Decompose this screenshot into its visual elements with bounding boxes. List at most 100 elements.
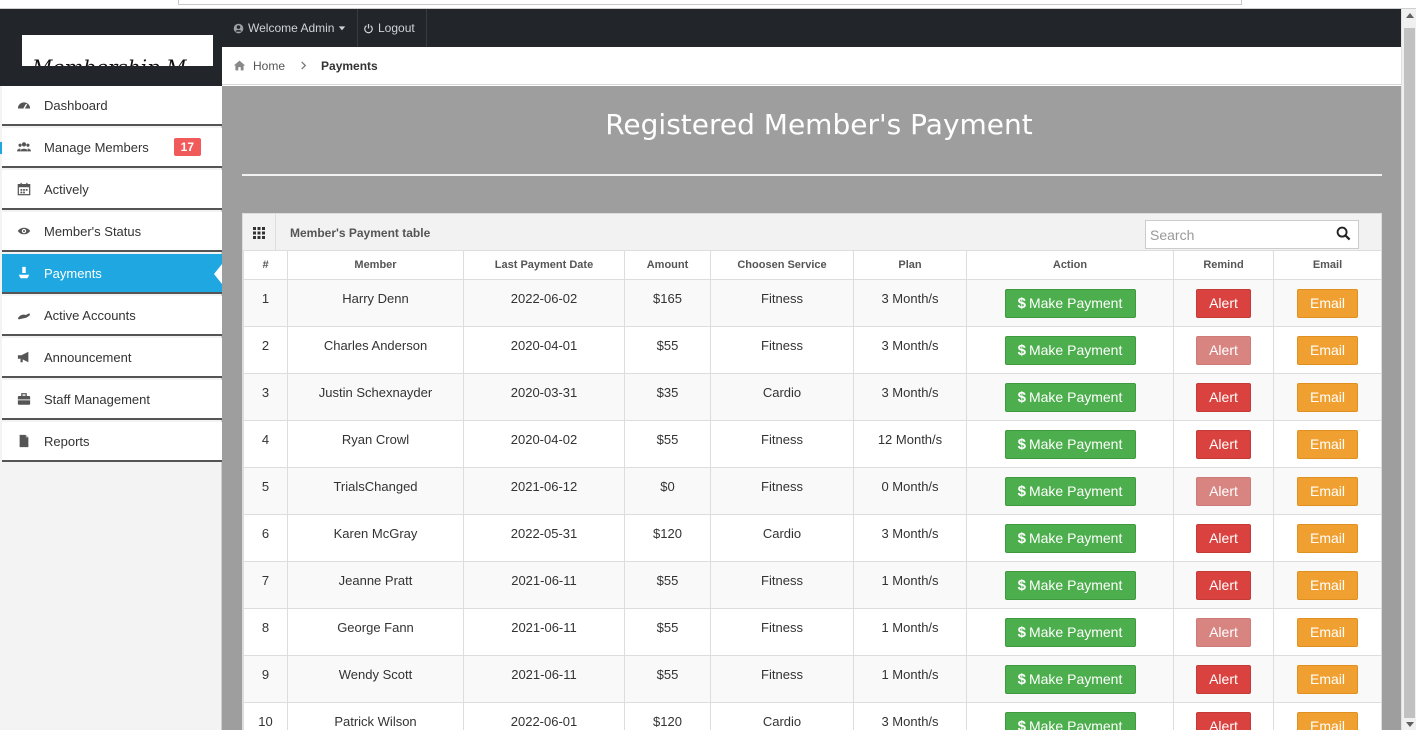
alert-button[interactable]: Alert <box>1196 429 1251 459</box>
accounts-icon <box>17 308 31 322</box>
dollar-icon: $ <box>1017 341 1026 359</box>
plan: 3 Month/s <box>853 325 967 374</box>
alert-label: Alert <box>1209 530 1238 546</box>
scrollbar-thumb[interactable] <box>1404 28 1415 718</box>
make-payment-button[interactable]: $ Make Payment <box>1004 570 1136 600</box>
megaphone-icon <box>17 350 31 364</box>
make-payment-button[interactable]: $ Make Payment <box>1004 523 1136 553</box>
column-header[interactable]: Last Payment Date <box>463 251 625 280</box>
column-header[interactable]: Choosen Service <box>710 251 854 280</box>
title-divider <box>242 174 1382 176</box>
dollar-icon: $ <box>1017 482 1026 500</box>
row-number: 6 <box>243 513 288 562</box>
email-cell: Email <box>1273 513 1382 562</box>
alert-button[interactable]: Alert <box>1196 335 1251 365</box>
sidebar-item-manage-members[interactable]: Manage Members 17 <box>2 128 222 168</box>
row-number: 4 <box>243 419 288 468</box>
email-button[interactable]: Email <box>1297 429 1358 459</box>
column-header[interactable]: Email <box>1273 251 1382 280</box>
table-row: 10 Patrick Wilson 2022-06-01 $120 Cardio 3 Mo… <box>243 701 1382 730</box>
email-label: Email <box>1309 342 1345 358</box>
make-payment-label: Make Payment <box>1028 483 1123 499</box>
sidebar-item-payments[interactable]: Payments <box>2 254 222 294</box>
make-payment-button[interactable]: $ Make Payment <box>1004 335 1136 365</box>
plan: 1 Month/s <box>853 654 967 703</box>
payment-table-panel: Member's Payment table # Member Last Pay… <box>242 213 1382 730</box>
member-name: Wendy Scott <box>287 654 464 703</box>
table-row: 2 Charles Anderson 2020-04-01 $55 Fitness 3 M… <box>243 325 1382 374</box>
sidebar-item-actively[interactable]: Actively <box>2 170 222 210</box>
sidebar-item-announcement[interactable]: Announcement <box>2 338 222 378</box>
make-payment-label: Make Payment <box>1028 295 1123 311</box>
last-payment-date: 2021-06-11 <box>463 607 625 656</box>
column-header[interactable]: Remind <box>1173 251 1274 280</box>
plan: 3 Month/s <box>853 278 967 327</box>
sidebar-item-dashboard[interactable]: Dashboard <box>2 86 222 126</box>
email-label: Email <box>1309 624 1345 640</box>
email-button[interactable]: Email <box>1297 617 1358 647</box>
email-button[interactable]: Email <box>1297 570 1358 600</box>
sidebar-item-members-status[interactable]: Member's Status <box>2 212 222 252</box>
alert-button[interactable]: Alert <box>1196 523 1251 553</box>
column-header[interactable]: Amount <box>624 251 711 280</box>
sidebar-item-active-accounts[interactable]: Active Accounts <box>2 296 222 336</box>
alert-button[interactable]: Alert <box>1196 711 1251 730</box>
logout-button[interactable]: Logout <box>352 9 427 47</box>
sidebar-item-reports[interactable]: Reports <box>2 422 222 462</box>
sidebar-item-staff-management[interactable]: Staff Management <box>2 380 222 420</box>
email-button[interactable]: Email <box>1297 664 1358 694</box>
browser-url-bar[interactable] <box>178 0 1242 5</box>
email-button[interactable]: Email <box>1297 523 1358 553</box>
alert-button[interactable]: Alert <box>1196 476 1251 506</box>
alert-label: Alert <box>1209 389 1238 405</box>
row-number: 1 <box>243 278 288 327</box>
column-header[interactable]: Member <box>287 251 464 280</box>
column-header[interactable]: Action <box>966 251 1174 280</box>
make-payment-button[interactable]: $ Make Payment <box>1004 288 1136 318</box>
scroll-up-icon[interactable] <box>1406 13 1414 18</box>
last-payment-date: 2020-04-01 <box>463 325 625 374</box>
row-number: 7 <box>243 560 288 609</box>
alert-button[interactable]: Alert <box>1196 288 1251 318</box>
email-label: Email <box>1309 295 1345 311</box>
last-payment-date: 2022-06-02 <box>463 278 625 327</box>
alert-button[interactable]: Alert <box>1196 382 1251 412</box>
sidebar-item-label: Manage Members <box>44 139 149 155</box>
column-header[interactable]: # <box>243 251 288 280</box>
search-icon[interactable] <box>1336 226 1352 242</box>
logo[interactable]: Membership M <box>22 35 213 66</box>
email-button[interactable]: Email <box>1297 476 1358 506</box>
email-cell: Email <box>1273 278 1382 327</box>
last-payment-date: 2021-06-12 <box>463 466 625 515</box>
make-payment-button[interactable]: $ Make Payment <box>1004 711 1136 730</box>
make-payment-button[interactable]: $ Make Payment <box>1004 476 1136 506</box>
make-payment-button[interactable]: $ Make Payment <box>1004 617 1136 647</box>
alert-button[interactable]: Alert <box>1196 570 1251 600</box>
make-payment-button[interactable]: $ Make Payment <box>1004 429 1136 459</box>
chosen-service: Cardio <box>710 372 854 421</box>
email-button[interactable]: Email <box>1297 335 1358 365</box>
search-box <box>1145 220 1359 249</box>
welcome-admin-dropdown[interactable]: Welcome Admin <box>222 9 359 47</box>
column-header[interactable]: Plan <box>853 251 967 280</box>
email-button[interactable]: Email <box>1297 288 1358 318</box>
alert-button[interactable]: Alert <box>1196 617 1251 647</box>
search-input[interactable] <box>1146 221 1326 248</box>
dollar-icon: $ <box>1017 294 1026 312</box>
scroll-down-icon[interactable] <box>1406 722 1414 727</box>
payment-icon <box>17 266 31 280</box>
member-name: George Fann <box>287 607 464 656</box>
email-button[interactable]: Email <box>1297 711 1358 730</box>
make-payment-button[interactable]: $ Make Payment <box>1004 382 1136 412</box>
email-button[interactable]: Email <box>1297 382 1358 412</box>
make-payment-button[interactable]: $ Make Payment <box>1004 664 1136 694</box>
calendar-icon <box>17 182 31 196</box>
action-cell: $ Make Payment <box>966 701 1174 730</box>
chosen-service: Cardio <box>710 701 854 730</box>
page-scrollbar[interactable] <box>1401 9 1416 730</box>
breadcrumb-home[interactable]: Home <box>233 59 285 73</box>
make-payment-label: Make Payment <box>1028 671 1123 687</box>
make-payment-label: Make Payment <box>1028 389 1123 405</box>
alert-button[interactable]: Alert <box>1196 664 1251 694</box>
member-name: Justin Schexnayder <box>287 372 464 421</box>
